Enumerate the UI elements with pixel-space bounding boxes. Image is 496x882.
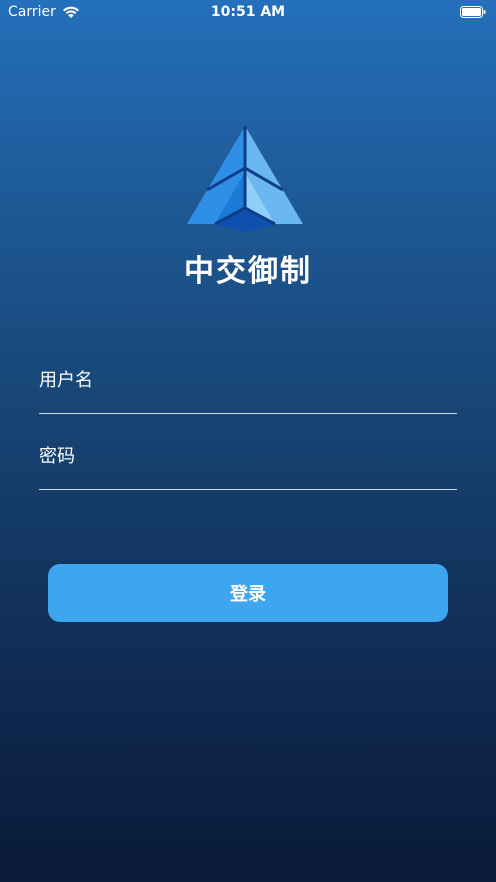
username-field: [39, 365, 457, 414]
login-button[interactable]: 登录: [48, 564, 448, 622]
password-input[interactable]: [39, 441, 457, 471]
battery-icon: [460, 6, 486, 18]
status-bar: Carrier 10:51 AM: [0, 0, 496, 26]
status-time: 10:51 AM: [210, 4, 286, 20]
app-name: 中交御制: [184, 254, 312, 289]
app-logo: [187, 126, 303, 232]
username-input[interactable]: [39, 365, 457, 395]
password-field: [39, 441, 457, 490]
